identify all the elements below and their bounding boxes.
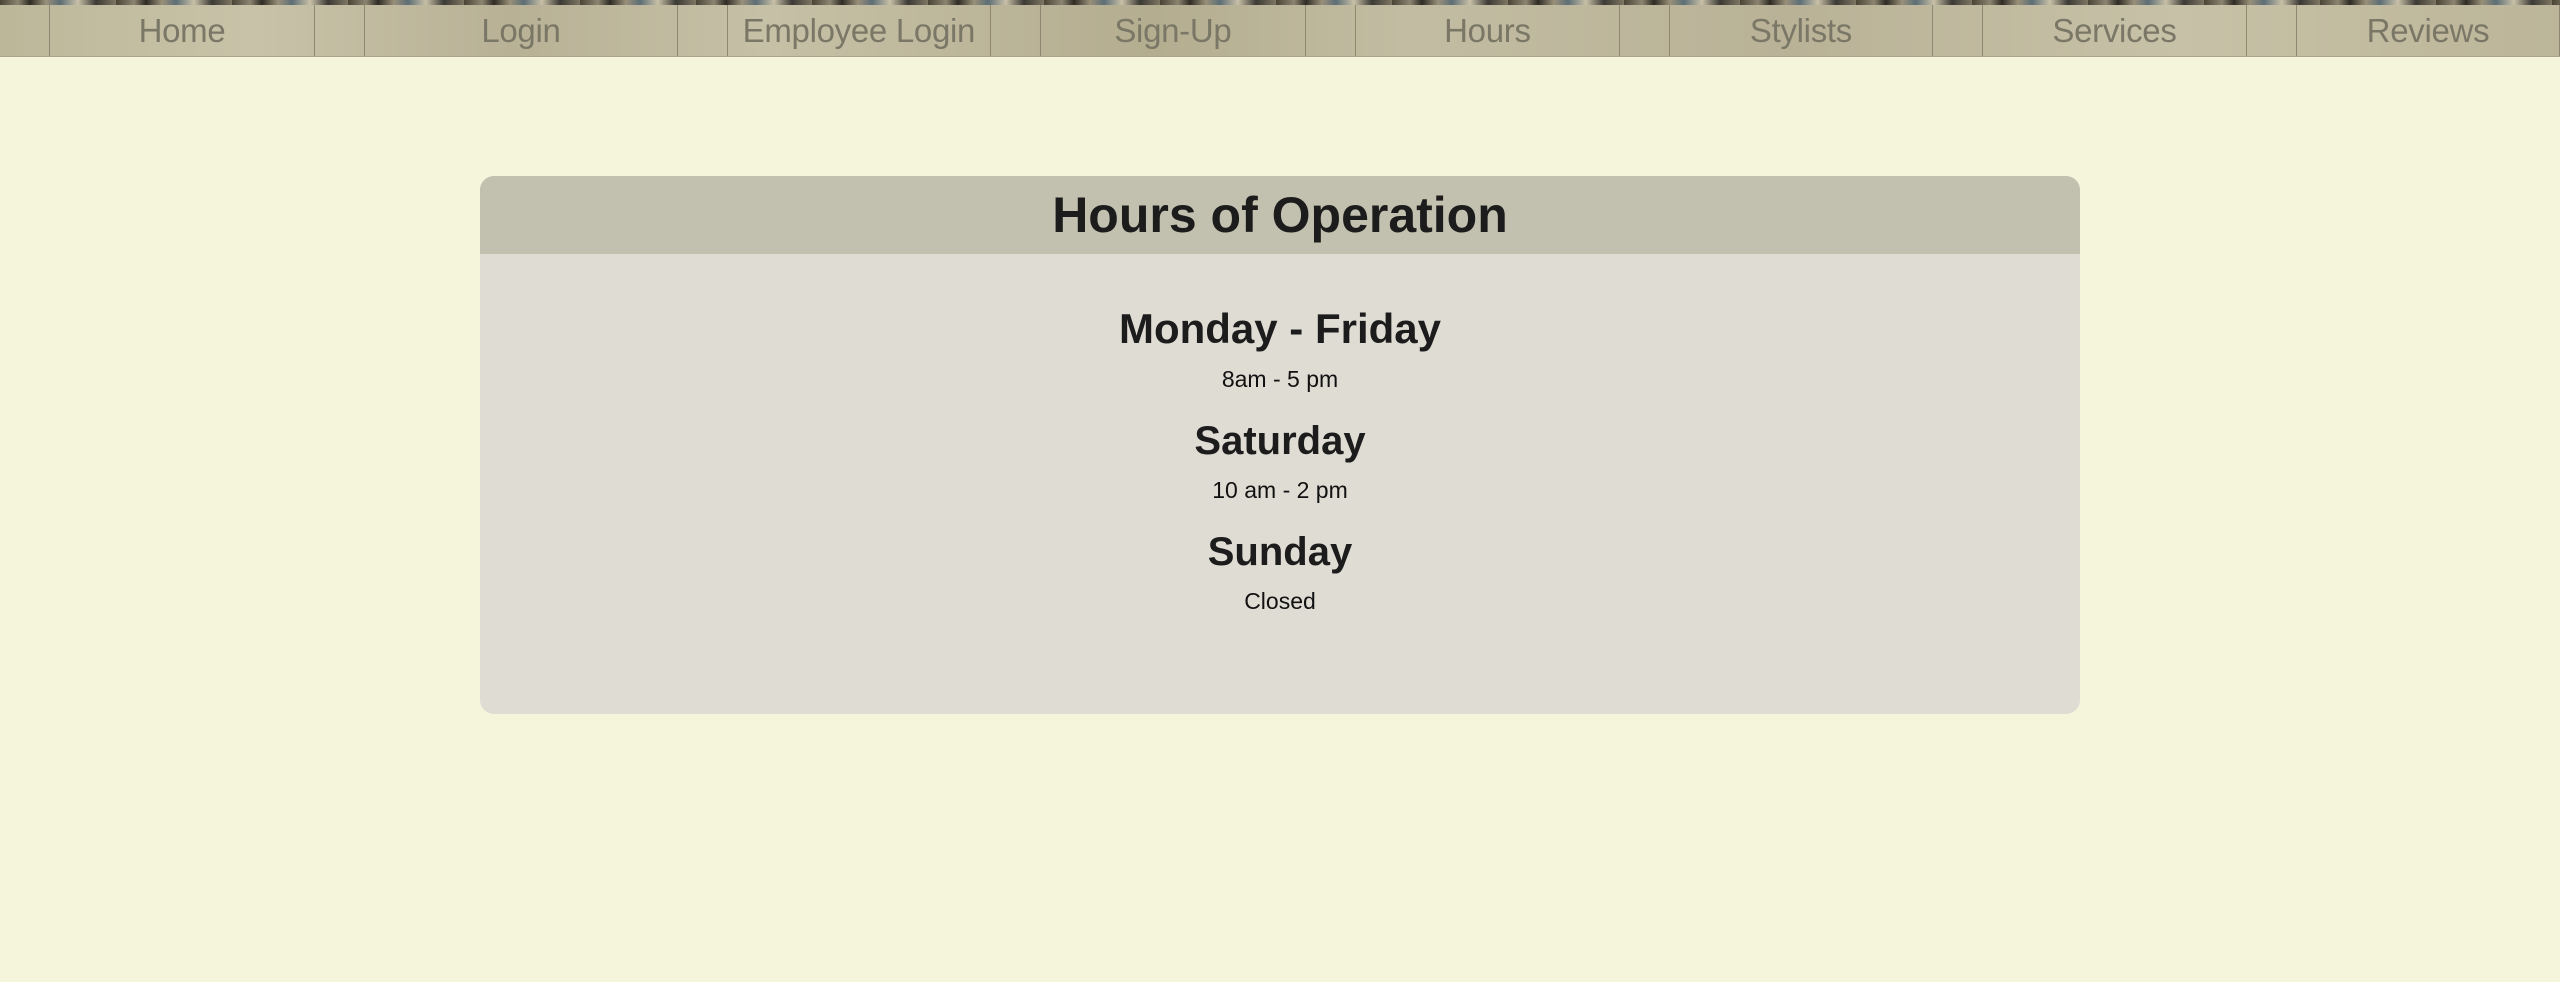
nav-login-link[interactable]: Login — [364, 5, 678, 56]
nav-home-link[interactable]: Home — [48, 5, 316, 56]
nav-signup-link[interactable]: Sign-Up — [1039, 5, 1306, 56]
nav-stylists-link[interactable]: Stylists — [1668, 5, 1933, 56]
nav-gap — [678, 5, 728, 56]
hours-card-header: Hours of Operation — [480, 176, 2080, 254]
nav-gap — [1620, 5, 1670, 56]
main-nav: Home Login Employee Login Sign-Up Hours … — [0, 5, 2560, 56]
nav-employee-login-link[interactable]: Employee Login — [726, 5, 991, 56]
sunday-block: Sunday Closed — [480, 532, 2080, 613]
nav-gap — [1933, 5, 1983, 56]
nav-gap — [991, 5, 1041, 56]
weekday-heading: Monday - Friday — [1118, 305, 1442, 352]
hours-card: Hours of Operation Monday - Friday 8am -… — [480, 176, 2080, 714]
nav-reviews-link[interactable]: Reviews — [2295, 5, 2560, 56]
weekday-hours: 8am - 5 pm — [1221, 366, 1339, 392]
sunday-heading: Sunday — [1207, 530, 1353, 574]
nav-gap — [1306, 5, 1356, 56]
saturday-hours: 10 am - 2 pm — [1212, 477, 1348, 503]
nav-services-link[interactable]: Services — [1981, 5, 2247, 56]
hours-title: Hours of Operation — [1052, 187, 1508, 243]
nav-hours-link[interactable]: Hours — [1354, 5, 1620, 56]
nav-gap — [315, 5, 365, 56]
nav-gap — [0, 5, 50, 56]
hours-list: Monday - Friday 8am - 5 pm Saturday 10 a… — [480, 254, 2080, 613]
saturday-heading: Saturday — [1194, 419, 1366, 463]
top-navigation-bar: Home Login Employee Login Sign-Up Hours … — [0, 0, 2560, 57]
sunday-hours: Closed — [1244, 588, 1316, 614]
nav-gap — [2247, 5, 2297, 56]
saturday-block: Saturday 10 am - 2 pm — [480, 421, 2080, 502]
